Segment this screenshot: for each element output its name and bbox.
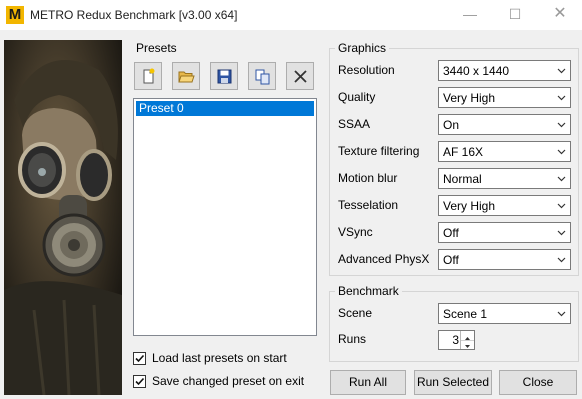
close-window-button[interactable]: ✕ [538, 0, 582, 30]
load-last-presets-label: Load last presets on start [152, 351, 287, 365]
load-last-presets-checkbox[interactable] [133, 352, 146, 365]
chevron-down-icon [557, 149, 566, 155]
chevron-down-icon [557, 95, 566, 101]
texture-filtering-label: Texture filtering [338, 144, 420, 158]
scene-label: Scene [338, 306, 373, 320]
tesselation-label: Tesselation [338, 198, 399, 212]
vsync-dropdown[interactable]: Off [438, 222, 571, 243]
chevron-down-icon [557, 68, 566, 74]
motion-blur-dropdown[interactable]: Normal [438, 168, 571, 189]
presets-group-label: Presets [133, 41, 180, 55]
resolution-label: Resolution [338, 63, 395, 77]
copy-icon [255, 69, 270, 85]
window-title: METRO Redux Benchmark [v3.00 x64] [30, 8, 238, 22]
resolution-value: 3440 x 1440 [443, 64, 510, 78]
gas-mask-artwork [4, 40, 122, 395]
checkmark-icon [135, 377, 145, 386]
checkmark-icon [135, 354, 145, 363]
chevron-down-icon [557, 230, 566, 236]
preset-list-item[interactable]: Preset 0 [136, 101, 314, 116]
chevron-down-icon [557, 122, 566, 128]
quality-value: Very High [443, 91, 496, 105]
benchmark-group [329, 291, 579, 362]
close-button[interactable]: Close [499, 370, 577, 395]
scene-dropdown[interactable]: Scene 1 [438, 303, 571, 324]
delete-preset-button[interactable] [286, 62, 314, 90]
runs-stepper[interactable]: 3 [438, 330, 475, 350]
texture-filtering-dropdown[interactable]: AF 16X [438, 141, 571, 162]
runs-decrement-button[interactable] [461, 340, 474, 349]
motion-blur-value: Normal [443, 172, 482, 186]
texture-filtering-value: AF 16X [443, 145, 484, 159]
copy-preset-button[interactable] [248, 62, 276, 90]
run-all-button[interactable]: Run All [330, 370, 406, 395]
ssaa-label: SSAA [338, 117, 371, 131]
maximize-button[interactable]: ☐ [493, 0, 537, 30]
chevron-down-icon [557, 203, 566, 209]
minimize-button[interactable]: — [448, 0, 492, 30]
new-preset-button[interactable] [134, 62, 162, 90]
save-icon [217, 69, 232, 84]
motion-blur-label: Motion blur [338, 171, 398, 185]
run-selected-button[interactable]: Run Selected [414, 370, 492, 395]
ssaa-dropdown[interactable]: On [438, 114, 571, 135]
save-changed-preset-checkbox[interactable] [133, 375, 146, 388]
title-bar: M METRO Redux Benchmark [v3.00 x64] — ☐ … [0, 0, 582, 30]
chevron-down-icon [557, 257, 566, 263]
new-icon [143, 68, 155, 84]
save-changed-preset-label: Save changed preset on exit [152, 374, 305, 388]
quality-label: Quality [338, 90, 376, 104]
save-preset-button[interactable] [210, 62, 238, 90]
runs-stepper-arrows [460, 331, 474, 349]
metro-app-icon: M [6, 6, 24, 24]
runs-label: Runs [338, 332, 367, 346]
graphics-group-label: Graphics [335, 41, 390, 55]
resolution-dropdown[interactable]: 3440 x 1440 [438, 60, 571, 81]
vsync-value: Off [443, 226, 459, 240]
runs-value: 3 [452, 333, 459, 347]
open-folder-icon [178, 71, 195, 83]
advanced-physx-label: Advanced PhysX [338, 252, 430, 266]
ssaa-value: On [443, 118, 460, 132]
advanced-physx-value: Off [443, 253, 459, 267]
open-preset-button[interactable] [172, 62, 200, 90]
scene-value: Scene 1 [443, 307, 488, 321]
presets-list[interactable]: Preset 0 [133, 98, 317, 336]
caret-down-icon [465, 345, 470, 348]
tesselation-dropdown[interactable]: Very High [438, 195, 571, 216]
delete-icon [294, 70, 307, 83]
tesselation-value: Very High [443, 199, 496, 213]
benchmark-group-label: Benchmark [335, 284, 402, 298]
chevron-down-icon [557, 311, 566, 317]
advanced-physx-dropdown[interactable]: Off [438, 249, 571, 270]
quality-dropdown[interactable]: Very High [438, 87, 571, 108]
vsync-label: VSync [338, 225, 373, 239]
chevron-down-icon [557, 176, 566, 182]
